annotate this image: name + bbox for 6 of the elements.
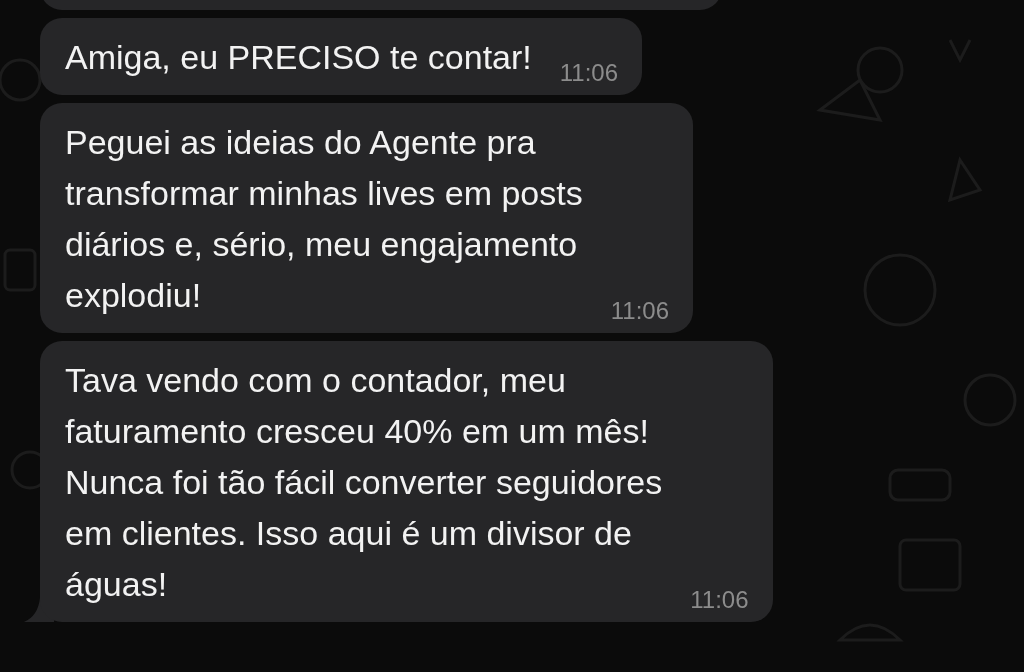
message-time: 11:06 bbox=[610, 297, 669, 325]
message-text: Peguei as ideias do Agente pra transformar minhas lives em posts diários e, sério, meu engajamento explodiu! bbox=[65, 122, 583, 316]
message-time: 11:06 bbox=[690, 586, 749, 614]
message-time: 11:06 bbox=[559, 59, 619, 87]
message-text: Tava vendo com o contador, meu faturamento cresceu 40% em um mês! Nunca foi tão fácil converter seguidores em clientes. Isso aqui é um divisor de águas! bbox=[65, 360, 663, 605]
message-text: Amiga, eu PRECISO te contar! bbox=[65, 37, 532, 78]
